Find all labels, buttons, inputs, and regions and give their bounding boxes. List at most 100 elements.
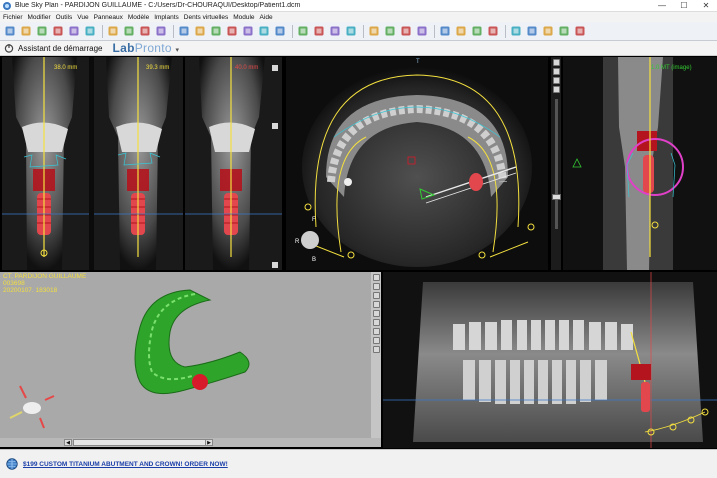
tooth-icon[interactable] xyxy=(209,25,222,38)
3d-tool-3-icon[interactable] xyxy=(372,292,380,299)
close-view-icon[interactable] xyxy=(557,25,570,38)
3d-tool-6-icon[interactable] xyxy=(372,319,380,326)
menu-item-2[interactable]: Outils xyxy=(56,14,73,21)
grid-icon[interactable] xyxy=(573,25,586,38)
3d-tool-2-icon[interactable] xyxy=(372,283,380,290)
cross-section-view-2[interactable]: 39.3 mm xyxy=(94,57,183,270)
panoramic-view[interactable] xyxy=(383,272,717,448)
axial-view[interactable]: T R F B xyxy=(286,57,548,270)
copy-icon[interactable] xyxy=(138,25,151,38)
save-icon[interactable] xyxy=(35,25,48,38)
measure-icon[interactable] xyxy=(470,25,483,38)
cross-section-image-2 xyxy=(94,57,183,270)
menu-item-0[interactable]: Fichier xyxy=(3,14,23,21)
3d-view-scrollbar[interactable]: ◀ ▶ xyxy=(0,438,381,447)
sagittal-view[interactable]: 1.0 MT (image) xyxy=(563,57,717,270)
axis-icon[interactable] xyxy=(438,25,451,38)
3d-tool-4-icon[interactable] xyxy=(372,301,380,308)
cross-section-image-1 xyxy=(2,57,89,270)
cross-section-view-3[interactable]: 40.0 mm xyxy=(185,57,282,270)
export-icon[interactable] xyxy=(51,25,64,38)
assistant-bar: Assistant de démarrage LabPronto ▾ xyxy=(0,41,717,56)
rotate-icon[interactable] xyxy=(367,25,380,38)
menu-item-6[interactable]: Implants xyxy=(154,14,179,21)
patient-id: 003698 xyxy=(3,280,25,287)
axial-b-label: B xyxy=(312,257,317,263)
brightness-icon[interactable] xyxy=(399,25,412,38)
scroll-left-button[interactable]: ◀ xyxy=(64,439,72,446)
title-bar: Blue Sky Plan - PARDIJON GUILLAUME - C:/… xyxy=(0,0,717,12)
axial-top-label: T xyxy=(416,59,420,65)
view-tool-2-icon[interactable] xyxy=(552,68,560,75)
scroll-thumb[interactable] xyxy=(73,439,213,446)
new-file-icon[interactable] xyxy=(3,25,16,38)
view-tool-4-icon[interactable] xyxy=(552,86,560,93)
menu-bar: Fichier Modifier Outils Vue Panneaux Modèle Im… xyxy=(0,12,717,22)
open-file-icon[interactable] xyxy=(19,25,32,38)
zoom-icon[interactable] xyxy=(257,25,270,38)
model-icon[interactable] xyxy=(344,25,357,38)
menu-item-7[interactable]: Dents virtuelles xyxy=(184,14,228,21)
window-title: Blue Sky Plan - PARDIJON GUILLAUME - C:/… xyxy=(15,2,301,9)
promo-link[interactable]: $199 CUSTOM TITANIUM ABUTMENT AND CROWN!… xyxy=(23,461,228,468)
toolbar-separator xyxy=(434,24,435,38)
toolbar-separator xyxy=(102,24,103,38)
implant-icon[interactable] xyxy=(193,25,206,38)
status-bar: $199 CUSTOM TITANIUM ABUTMENT AND CROWN!… xyxy=(0,449,717,478)
view-tool-3-icon[interactable] xyxy=(552,77,560,84)
menu-item-8[interactable]: Module xyxy=(233,14,254,21)
nerve-icon[interactable] xyxy=(177,25,190,38)
menu-item-5[interactable]: Modèle xyxy=(128,14,149,21)
paste-icon[interactable] xyxy=(154,25,167,38)
surgical-guide-icon[interactable] xyxy=(328,25,341,38)
labpronto-logo[interactable]: LabPronto ▾ xyxy=(113,41,180,55)
brand-pronto: Pronto xyxy=(134,41,172,55)
info-icon[interactable] xyxy=(509,25,522,38)
settings-icon[interactable] xyxy=(525,25,538,38)
slice-slider[interactable] xyxy=(551,99,561,229)
contrast-icon[interactable] xyxy=(415,25,428,38)
menu-item-3[interactable]: Vue xyxy=(77,14,88,21)
3d-tool-9-icon[interactable] xyxy=(372,346,380,353)
undo-icon[interactable] xyxy=(67,25,80,38)
orientation-gizmo-icon[interactable] xyxy=(9,385,55,429)
assistant-button[interactable]: Assistant de démarrage xyxy=(18,44,103,53)
print-icon[interactable] xyxy=(106,25,119,38)
axial-image xyxy=(301,67,535,267)
slice-slider-thumb[interactable] xyxy=(551,194,561,200)
cross-section-view-1[interactable]: 38.0 mm xyxy=(2,57,89,270)
cut-icon[interactable] xyxy=(122,25,135,38)
patient-name: CT, PARDIJON GUILLAUME xyxy=(3,273,87,280)
minimize-button[interactable]: — xyxy=(651,0,673,12)
3d-tool-1-icon[interactable] xyxy=(372,274,380,281)
menu-item-4[interactable]: Panneaux xyxy=(94,14,123,21)
view-tool-1-icon[interactable] xyxy=(552,59,560,66)
3d-tool-8-icon[interactable] xyxy=(372,337,380,344)
hand-icon[interactable] xyxy=(486,25,499,38)
toolbar-separator xyxy=(292,24,293,38)
scroll-right-button[interactable]: ▶ xyxy=(205,439,213,446)
crown-icon[interactable] xyxy=(312,25,325,38)
angle-icon[interactable] xyxy=(241,25,254,38)
layers-icon[interactable] xyxy=(454,25,467,38)
cross-section-image-3 xyxy=(185,57,282,270)
redo-icon[interactable] xyxy=(83,25,96,38)
pan-icon[interactable] xyxy=(383,25,396,38)
toolbar-separator xyxy=(363,24,364,38)
app-logo-icon xyxy=(3,1,11,10)
close-button[interactable]: ✕ xyxy=(695,0,717,12)
main-toolbar xyxy=(0,22,717,41)
panoramic-icon[interactable] xyxy=(296,25,309,38)
ruler-icon[interactable] xyxy=(225,25,238,38)
brand-lab: Lab xyxy=(112,41,135,55)
maximize-button[interactable]: ☐ xyxy=(673,0,695,12)
help-icon[interactable] xyxy=(541,25,554,38)
power-icon[interactable] xyxy=(4,43,14,53)
menu-item-9[interactable]: Aide xyxy=(260,14,273,21)
sagittal-image xyxy=(572,57,684,270)
3d-tool-7-icon[interactable] xyxy=(372,328,380,335)
3d-tool-5-icon[interactable] xyxy=(372,310,380,317)
3d-model-view[interactable] xyxy=(0,272,381,438)
crop-icon[interactable] xyxy=(273,25,286,38)
menu-item-1[interactable]: Modifier xyxy=(28,14,51,21)
